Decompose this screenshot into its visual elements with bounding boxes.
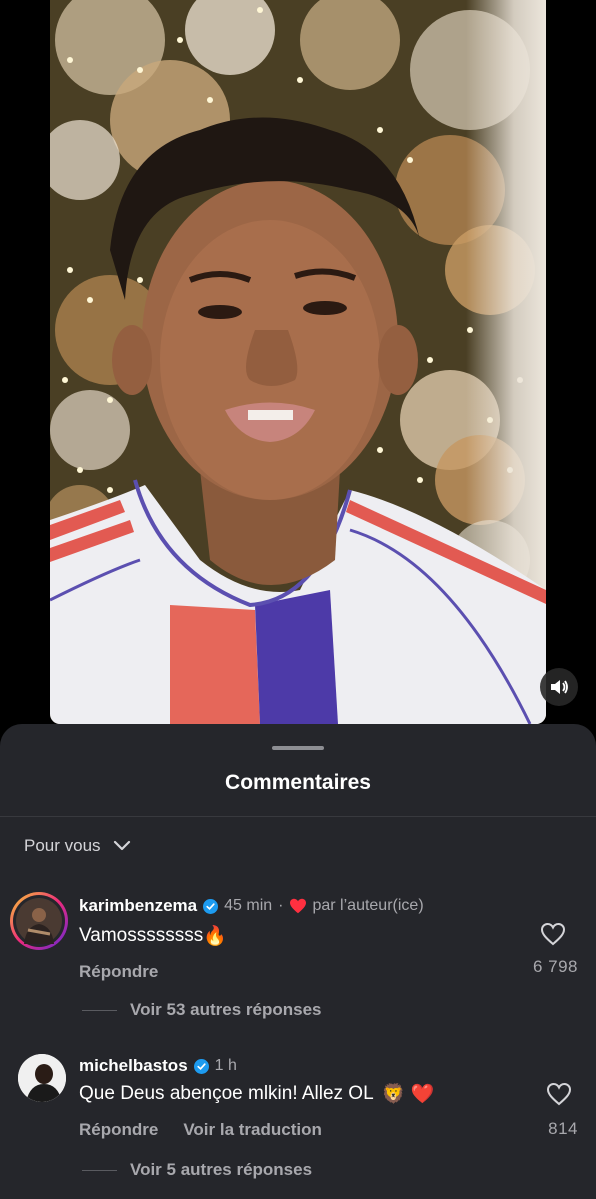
red-heart-icon (290, 898, 307, 914)
view-replies-label: Voir 5 autres réponses (130, 1160, 313, 1179)
avatar[interactable] (18, 1054, 66, 1102)
speaker-icon (551, 680, 568, 694)
comment-time: 45 min (224, 897, 273, 914)
view-replies-button[interactable]: Voir 5 autres réponses (82, 1160, 312, 1180)
verified-badge-icon (193, 1058, 209, 1074)
reply-button[interactable]: Répondre (79, 962, 158, 982)
person-in-video (50, 117, 546, 724)
liked-by-author: par l’auteur(ice) (289, 897, 424, 915)
comment-time: 1 h (214, 1057, 237, 1074)
drag-handle[interactable] (272, 746, 324, 750)
view-replies-button[interactable]: Voir 53 autres réponses (82, 1000, 322, 1020)
comment-text: Que Deus abençoe mlkin! Allez OL (79, 1083, 374, 1104)
divider (0, 816, 596, 817)
comments-sheet: Commentaires Pour vous karimbenzema 45 m… (0, 724, 596, 1199)
like-count: 814 (548, 1119, 578, 1138)
sort-label: Pour vous (24, 836, 101, 855)
separator-dot: · (278, 897, 284, 914)
sort-dropdown[interactable]: Pour vous (24, 836, 131, 856)
replies-line (82, 1169, 117, 1171)
like-heart-icon[interactable] (546, 1082, 572, 1106)
comment-text: Vamossssssss (79, 925, 204, 946)
chevron-down-icon (113, 840, 130, 851)
avatar-image (18, 1054, 66, 1102)
avatar[interactable] (10, 892, 68, 950)
comment-emoji: 🦁 ❤️ (381, 1084, 435, 1105)
speaker-button[interactable] (540, 668, 578, 706)
comment-username[interactable]: karimbenzema (79, 896, 197, 916)
comment-emoji: 🔥 (203, 926, 227, 947)
like-count: 6 798 (532, 957, 578, 976)
sheet-title: Commentaires (225, 771, 371, 794)
verified-badge-icon (203, 898, 219, 914)
replies-line (82, 1009, 117, 1011)
view-replies-label: Voir 53 autres réponses (130, 1000, 322, 1019)
translate-button[interactable]: Voir la traduction (183, 1120, 322, 1140)
comment-username[interactable]: michelbastos (79, 1056, 188, 1076)
liked-by-author-label: par l’auteur(ice) (312, 897, 424, 914)
like-heart-icon[interactable] (540, 922, 566, 946)
video-player[interactable] (50, 0, 546, 724)
avatar-image (16, 898, 62, 944)
reply-button[interactable]: Répondre (79, 1120, 158, 1140)
